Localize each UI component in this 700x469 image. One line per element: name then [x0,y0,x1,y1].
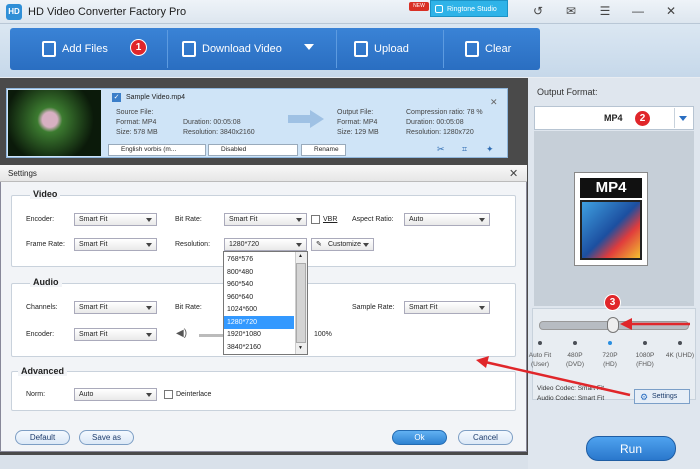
annotation-arrows [476,318,690,397]
